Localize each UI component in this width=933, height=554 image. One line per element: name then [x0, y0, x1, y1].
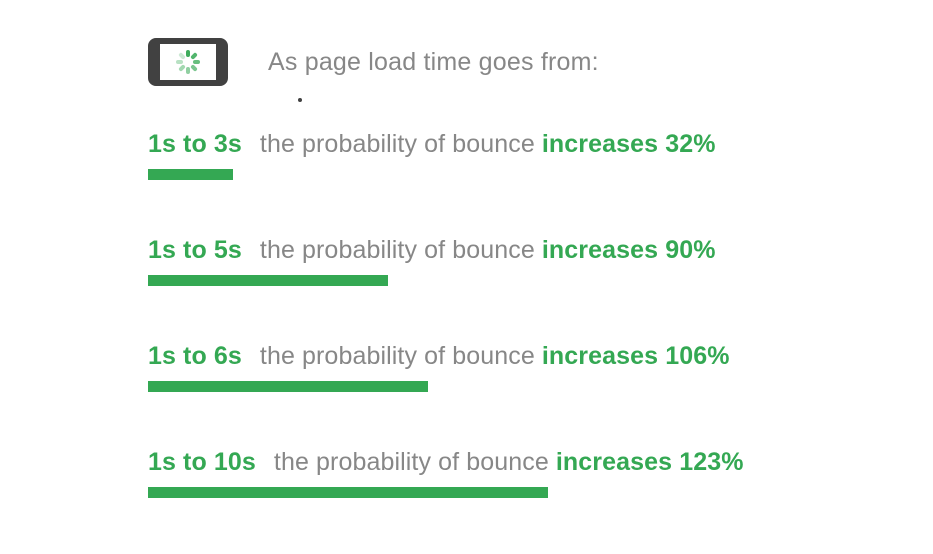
stat-bar [148, 487, 548, 498]
stat-line: 1s to 6s the probability of bounce increa… [148, 342, 848, 371]
stat-row: 1s to 6s the probability of bounce increa… [148, 342, 848, 392]
loading-spinner-icon [176, 50, 200, 74]
mid-text: the probability of bounce [260, 130, 542, 158]
increase-value: increases 123% [556, 448, 744, 476]
load-time-range: 1s to 10s [148, 448, 256, 476]
mid-text: the probability of bounce [260, 236, 542, 264]
stat-bar [148, 169, 233, 180]
increase-value: increases 32% [542, 130, 716, 158]
stat-bar [148, 275, 388, 286]
stat-row: 1s to 3s the probability of bounce increa… [148, 130, 848, 180]
stat-row: 1s to 10s the probability of bounce incre… [148, 448, 848, 498]
rows-container: 1s to 3s the probability of bounce increa… [148, 130, 848, 554]
increase-value: increases 90% [542, 236, 716, 264]
header-title: As page load time goes from: [268, 48, 599, 77]
stat-bar [148, 381, 428, 392]
stat-line: 1s to 5s the probability of bounce increa… [148, 236, 848, 265]
stat-line: 1s to 10s the probability of bounce incre… [148, 448, 848, 477]
load-time-range: 1s to 5s [148, 236, 242, 264]
load-time-range: 1s to 6s [148, 342, 242, 370]
phone-device-icon [148, 38, 228, 86]
load-time-range: 1s to 3s [148, 130, 242, 158]
mid-text: the probability of bounce [260, 342, 542, 370]
increase-value: increases 106% [542, 342, 730, 370]
stat-line: 1s to 3s the probability of bounce increa… [148, 130, 848, 159]
infographic: As page load time goes from: 1s to 3s the… [0, 0, 933, 520]
mid-text: the probability of bounce [274, 448, 556, 476]
header: As page load time goes from: [148, 38, 599, 86]
stat-row: 1s to 5s the probability of bounce increa… [148, 236, 848, 286]
